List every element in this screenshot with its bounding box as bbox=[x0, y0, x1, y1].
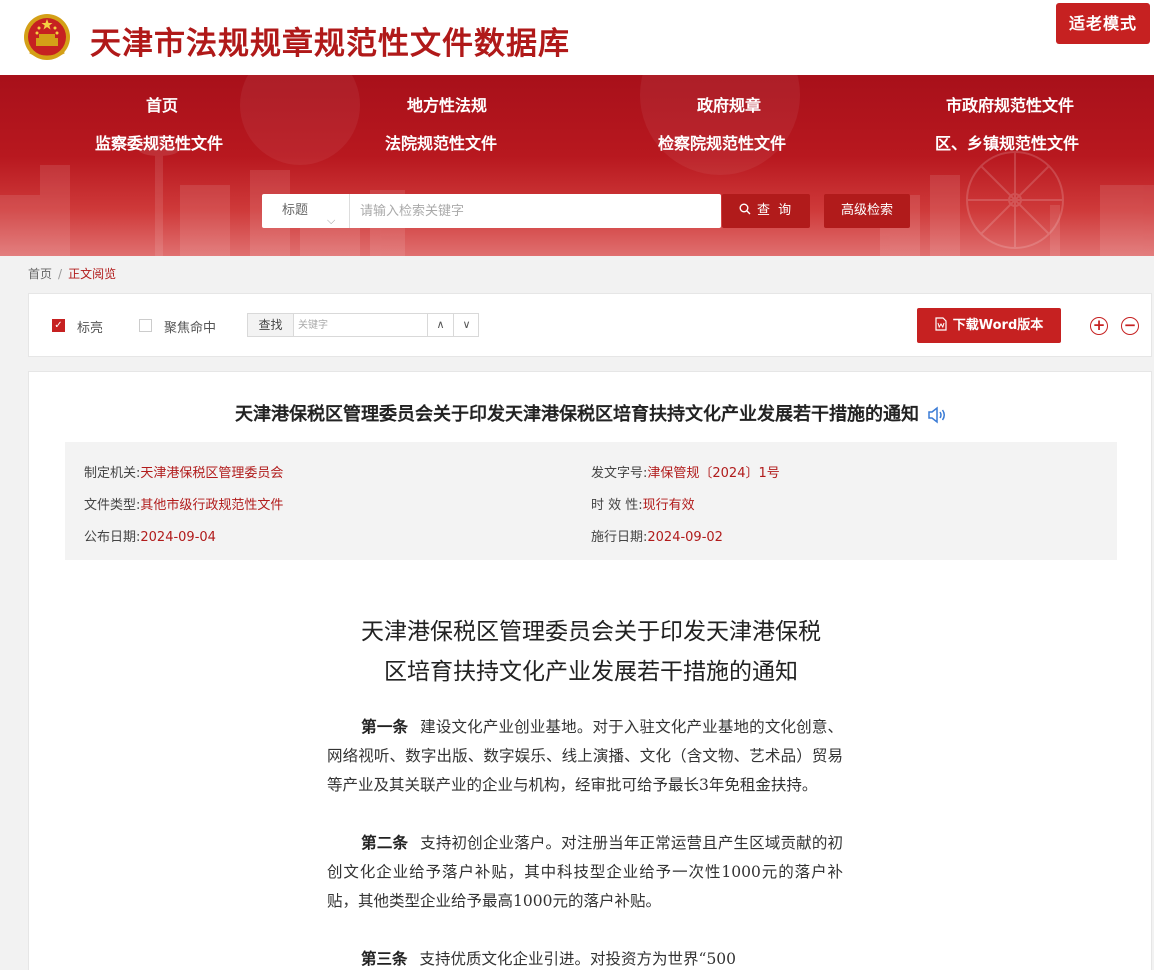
nav-district-town-docs[interactable]: 区、乡镇规范性文件 bbox=[935, 130, 1079, 154]
highlight-label: 标亮 bbox=[77, 321, 104, 336]
breadcrumb-separator: / bbox=[58, 267, 63, 281]
nav-court-docs[interactable]: 法院规范性文件 bbox=[385, 130, 497, 154]
article-2-number: 第二条 bbox=[361, 833, 409, 852]
download-word-label: 下载Word版本 bbox=[952, 318, 1044, 333]
article-3-number: 第三条 bbox=[361, 949, 408, 968]
reading-toolbar: ✓ 标亮 聚焦命中 查找 ∧ ∨ 下载Word版本 + − bbox=[28, 293, 1152, 357]
search-button[interactable]: 查 询 bbox=[722, 194, 810, 228]
article-1-number: 第一条 bbox=[361, 717, 409, 736]
document-panel: 天津港保税区管理委员会关于印发天津港保税区培育扶持文化产业发展若干措施的通知 制… bbox=[28, 371, 1152, 970]
find-prev-button[interactable]: ∧ bbox=[427, 314, 453, 336]
meta-issuer-key: 制定机关: bbox=[84, 466, 141, 481]
chevron-down-icon: ⌵ bbox=[327, 214, 336, 227]
nav-procuratorate-docs[interactable]: 检察院规范性文件 bbox=[658, 130, 786, 154]
meta-doc-no-key: 发文字号: bbox=[591, 466, 648, 481]
meta-publish-key: 公布日期: bbox=[84, 530, 141, 545]
nav-municipal-normative-docs[interactable]: 市政府规范性文件 bbox=[946, 92, 1074, 116]
article-2: 第二条 支持初创企业落户。对注册当年正常运营且产生区域贡献的初创文化企业给予落户补… bbox=[327, 828, 843, 916]
find-label: 查找 bbox=[248, 314, 294, 336]
meta-effective-date: 施行日期:2024-09-02 bbox=[591, 526, 723, 545]
meta-publish-value: 2024-09-04 bbox=[140, 530, 216, 545]
search-input[interactable] bbox=[352, 194, 717, 228]
word-document-icon bbox=[935, 317, 947, 331]
nav-government-rules[interactable]: 政府规章 bbox=[697, 92, 761, 116]
article-3: 第三条 支持优质文化企业引进。对投资方为世界“500 bbox=[327, 944, 843, 970]
meta-validity-value: 现行有效 bbox=[642, 498, 695, 513]
search-bar: 标题 ⌵ bbox=[262, 194, 721, 228]
meta-type-value[interactable]: 其他市级行政规范性文件 bbox=[140, 498, 283, 513]
meta-issuer: 制定机关:天津港保税区管理委员会 bbox=[84, 462, 283, 481]
meta-validity-key: 时 效 性: bbox=[591, 498, 643, 513]
focus-hit-checkbox[interactable] bbox=[139, 319, 152, 332]
nav-supervision-docs[interactable]: 监察委规范性文件 bbox=[95, 130, 223, 154]
document-header-title: 天津港保税区管理委员会关于印发天津港保税区培育扶持文化产业发展若干措施的通知 bbox=[29, 400, 1151, 426]
banner: 首页 地方性法规 政府规章 市政府规范性文件 监察委规范性文件 法院规范性文件 … bbox=[0, 75, 1154, 256]
zoom-in-icon[interactable]: + bbox=[1090, 317, 1108, 335]
search-icon bbox=[739, 203, 751, 215]
meta-type-key: 文件类型: bbox=[84, 498, 141, 513]
body-title-line-2: 区培育扶持文化产业发展若干措施的通知 bbox=[384, 659, 798, 685]
speaker-icon[interactable] bbox=[927, 406, 947, 424]
elder-mode-button[interactable]: 适老模式 bbox=[1056, 3, 1150, 44]
find-next-button[interactable]: ∨ bbox=[453, 314, 479, 336]
document-title: 天津港保税区管理委员会关于印发天津港保税区培育扶持文化产业发展若干措施的通知 bbox=[235, 404, 919, 425]
focus-hit-label: 聚焦命中 bbox=[164, 321, 217, 336]
meta-type: 文件类型:其他市级行政规范性文件 bbox=[84, 494, 283, 513]
article-1: 第一条 建设文化产业创业基地。对于入驻文化产业基地的文化创意、网络视听、数字出版、… bbox=[327, 712, 843, 800]
breadcrumb: 首页 / 正文阅览 bbox=[28, 265, 116, 282]
meta-validity: 时 效 性:现行有效 bbox=[591, 494, 695, 513]
document-metadata: 制定机关:天津港保税区管理委员会 发文字号:津保管规〔2024〕1号 文件类型:… bbox=[65, 442, 1117, 560]
body-title-line-1: 天津港保税区管理委员会关于印发天津港保税 bbox=[361, 619, 821, 645]
meta-effective-key: 施行日期: bbox=[591, 530, 648, 545]
search-button-label: 查 询 bbox=[757, 203, 794, 218]
zoom-out-icon[interactable]: − bbox=[1121, 317, 1139, 335]
breadcrumb-current: 正文阅览 bbox=[68, 267, 117, 281]
nav-home[interactable]: 首页 bbox=[146, 92, 178, 116]
highlight-checkbox[interactable]: ✓ bbox=[52, 319, 65, 332]
meta-doc-no-value: 津保管规〔2024〕1号 bbox=[647, 466, 780, 481]
site-header: 天津市法规规章规范性文件数据库 适老模式 bbox=[0, 0, 1154, 75]
find-box: 查找 ∧ ∨ bbox=[247, 313, 479, 337]
download-word-button[interactable]: 下载Word版本 bbox=[917, 308, 1061, 343]
meta-issuer-value[interactable]: 天津港保税区管理委员会 bbox=[140, 466, 283, 481]
meta-doc-no: 发文字号:津保管规〔2024〕1号 bbox=[591, 462, 780, 481]
search-type-label: 标题 bbox=[282, 203, 309, 218]
body-title: 天津港保税区管理委员会关于印发天津港保税 区培育扶持文化产业发展若干措施的通知 bbox=[29, 612, 1151, 692]
meta-publish-date: 公布日期:2024-09-04 bbox=[84, 526, 216, 545]
breadcrumb-home[interactable]: 首页 bbox=[28, 267, 52, 281]
article-3-text: 支持优质文化企业引进。对投资方为世界“500 bbox=[419, 950, 737, 968]
find-input[interactable] bbox=[298, 314, 426, 336]
search-type-select[interactable]: 标题 ⌵ bbox=[262, 194, 350, 228]
meta-effective-value: 2024-09-02 bbox=[647, 530, 723, 545]
nav-local-regulations[interactable]: 地方性法规 bbox=[407, 92, 487, 116]
site-title: 天津市法规规章规范性文件数据库 bbox=[90, 26, 570, 62]
advanced-search-button[interactable]: 高级检索 bbox=[824, 194, 910, 228]
national-emblem-icon bbox=[24, 14, 70, 60]
